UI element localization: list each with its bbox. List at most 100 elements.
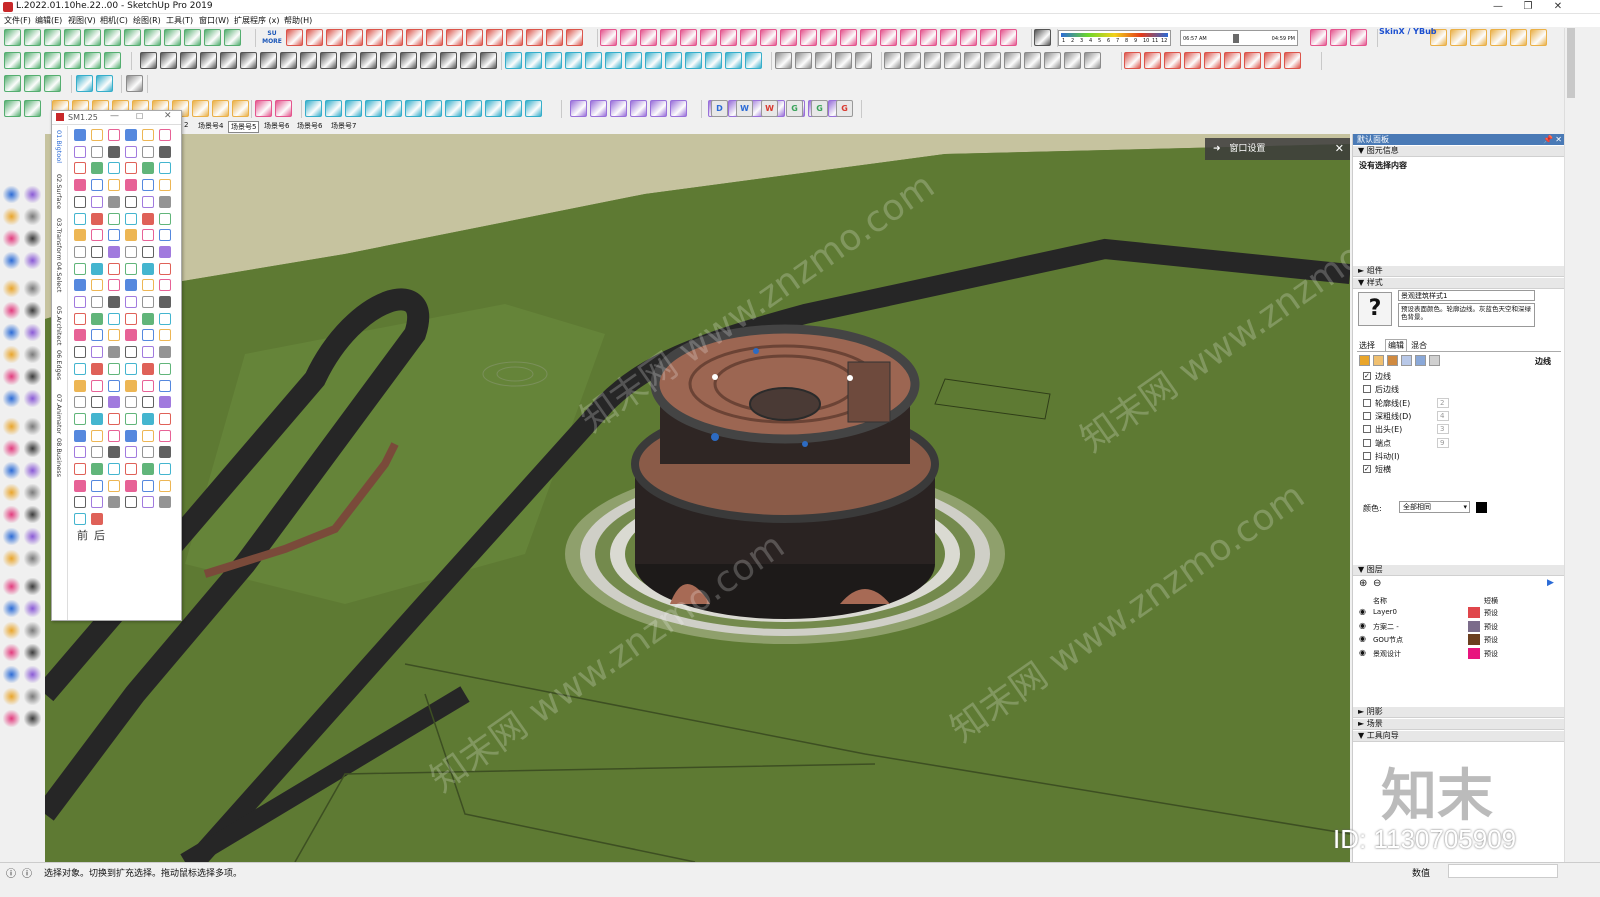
toolbar-button[interactable] [840,29,857,46]
toolbar-button[interactable] [84,52,101,69]
plugin-tool-button[interactable] [142,179,154,192]
plugin-tool-button[interactable] [108,245,120,258]
style-name-field[interactable]: 景观建筑样式1 [1398,290,1535,301]
styles-tab-select[interactable]: 选择 [1359,340,1375,351]
plugin-tool-button[interactable] [74,262,86,275]
plugin-tool-button[interactable] [74,513,86,526]
toolbar-button[interactable] [904,52,921,69]
scene-tab-active[interactable]: 场景号5 [228,121,260,133]
drawing-tool-button[interactable] [3,186,20,203]
plugin-tool-button[interactable] [108,179,120,192]
measurements-input[interactable] [1448,864,1558,878]
toolbar-button[interactable] [380,52,397,69]
styles-tab-mix[interactable]: 混合 [1411,340,1427,351]
toolbar-button[interactable] [4,75,21,92]
plugin-tool-button[interactable] [142,229,154,242]
drawing-tool-button[interactable] [3,666,20,683]
plugin-tool-button[interactable] [91,195,103,208]
plugin-tool-button[interactable] [108,279,120,292]
plugin-tool-button[interactable] [108,396,120,409]
plugin-tool-button[interactable] [91,262,103,275]
drawing-tool-button[interactable] [3,252,20,269]
plugin-tool-button[interactable] [142,329,154,342]
plugin-tool-button[interactable] [91,329,103,342]
toolbar-button[interactable] [1124,52,1141,69]
color-select[interactable]: 全部相同 ▾ [1399,501,1470,513]
toolbar-button[interactable] [526,29,543,46]
toolbar-button[interactable] [980,29,997,46]
plugin-tool-button[interactable] [159,446,171,459]
toolbar-button[interactable] [740,29,757,46]
scene-tab[interactable]: 场景号4 [196,121,225,131]
toolbar-button[interactable] [670,100,687,117]
plugin-tool-button[interactable] [74,463,86,475]
toolbar-button[interactable] [625,52,642,69]
drawing-tool-button[interactable] [3,208,20,225]
plugin-tool-button[interactable] [125,245,137,258]
toolbar-button[interactable] [884,52,901,69]
plugin-tool-button[interactable] [159,296,171,308]
plugin-tool-button[interactable] [125,162,137,175]
toolbar-button[interactable] [340,52,357,69]
plugin-tool-button[interactable] [159,279,171,292]
drawing-tool-button[interactable] [24,600,41,617]
plugin-tool-button[interactable] [142,162,154,175]
toolbar-button[interactable] [800,29,817,46]
layer-color-swatch[interactable] [1468,634,1480,645]
plugin-tab[interactable]: 05.Architect [55,306,63,348]
minimize-button[interactable]: — [1483,0,1513,14]
plugin-tool-button[interactable] [125,379,137,392]
plugin-tool-button[interactable] [91,346,103,359]
toolbar-button[interactable] [255,100,272,117]
toolbar-button[interactable] [275,100,292,117]
edge-option-checkbox[interactable] [1363,385,1371,394]
plugin-tool-button[interactable] [142,379,154,392]
menu-help[interactable]: 帮助(H) [284,15,312,26]
toolbar-button[interactable] [1184,52,1201,69]
plugin-tool-button[interactable] [74,496,86,509]
maximize-button[interactable]: ❐ [1513,0,1543,14]
drawing-tool-button[interactable] [3,462,20,479]
toolbar-button[interactable] [104,52,121,69]
plugin-tool-button[interactable] [91,245,103,258]
toolbar-button[interactable] [880,29,897,46]
window-settings-bar[interactable]: ➜ 窗口设置 ✕ [1205,138,1350,160]
plugin-tool-button[interactable] [91,145,103,158]
toolbar-button[interactable] [1084,52,1101,69]
edge-option-checkbox[interactable] [1363,398,1371,407]
toolbar-button[interactable] [1004,52,1021,69]
plugin-tool-button[interactable] [159,479,171,492]
plugin-tab[interactable]: 08.Business [55,438,63,480]
toolbar-button[interactable] [506,29,523,46]
toolbar-button[interactable] [700,29,717,46]
toolbar-button[interactable] [665,52,682,69]
plugin-tool-button[interactable] [159,229,171,242]
plugin-tool-button[interactable] [159,429,171,442]
menu-tools[interactable]: 工具(T) [166,15,193,26]
plugin-tool-button[interactable] [125,429,137,442]
toolbar-button[interactable] [1000,29,1017,46]
plugin-tool-button[interactable] [108,195,120,208]
drawing-tool-button[interactable] [3,280,20,297]
plugin-tool-button[interactable] [74,162,86,175]
toolbar-button[interactable] [320,52,337,69]
drawing-tool-button[interactable] [24,368,41,385]
plugin-tool-button[interactable] [142,446,154,459]
plugin-tool-button[interactable] [108,229,120,242]
drawing-tool-button[interactable] [24,390,41,407]
toolbar-button[interactable] [780,29,797,46]
style-edit-tab-icon[interactable] [1387,355,1398,366]
letter-tool-button[interactable]: G [811,100,828,117]
plugin-panel-titlebar[interactable]: SM1.25 — ☐ ✕ [52,111,181,125]
plugin-tool-button[interactable] [125,279,137,292]
plugin-tool-button[interactable] [159,496,171,509]
layer-visibility-icon[interactable]: ◉ [1359,648,1366,657]
toolbar-button[interactable] [860,29,877,46]
plugin-tool-button[interactable] [125,179,137,192]
menu-camera[interactable]: 相机(C) [100,15,128,26]
plugin-tool-button[interactable] [159,362,171,375]
toolbar-button[interactable] [640,29,657,46]
plugin-tool-button[interactable] [108,362,120,375]
scene-tab[interactable]: 2 [182,121,190,129]
layer-name[interactable]: 景观设计 [1373,649,1401,659]
